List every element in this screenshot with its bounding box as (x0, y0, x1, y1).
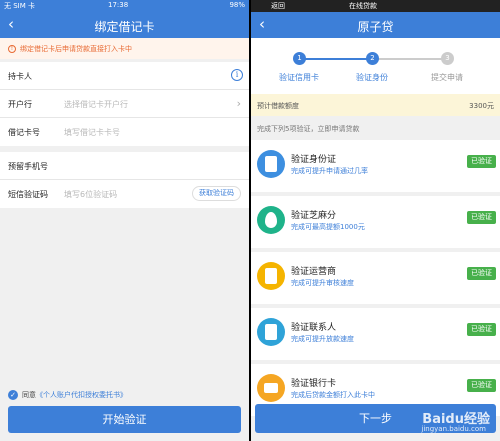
checkbox-checked-icon[interactable]: ✓ (8, 390, 18, 400)
sesame-icon (257, 206, 285, 234)
cardholder-row[interactable]: 持卡人 i (0, 62, 249, 90)
step-line-1 (301, 58, 373, 60)
item-title: 验证芝麻分 (291, 211, 337, 221)
card-number-input[interactable]: 填写借记卡卡号 (64, 127, 120, 138)
item-subtitle: 完成可提升申请通过几率 (291, 167, 368, 175)
verify-item-sesame[interactable]: 验证芝麻分 完成可最高提额1000元 已验证 (251, 196, 500, 248)
warning-banner: ! 绑定借记卡后申请贷款直接打入卡中 (0, 38, 249, 59)
step-3-circle: 3 (441, 52, 454, 65)
verify-hint: 完成下列5项验证，立即申请贷款 (257, 125, 360, 133)
bank-select[interactable]: 选择借记卡开户行 (64, 99, 128, 110)
sms-code-input[interactable]: 填写6位验证码 (64, 189, 117, 200)
item-subtitle: 完成后贷款金额打入此卡中 (291, 391, 375, 399)
item-subtitle: 完成可提升放款速度 (291, 335, 354, 343)
verify-list: 验证身份证 完成可提升申请通过几率 已验证 验证芝麻分 完成可最高提额1000元… (251, 140, 500, 420)
warning-text: 绑定借记卡后申请贷款直接打入卡中 (20, 45, 132, 53)
item-title: 验证银行卡 (291, 379, 337, 389)
loan-verify-screen: 返回 在线贷款 ‹ 原子贷 1 2 3 验证信用卡 验证身份 提交申请 预计借款… (251, 0, 500, 441)
verified-badge: 已验证 (467, 323, 496, 336)
agreement: ✓ 同意《个人账户代扣授权委托书》 (8, 390, 127, 400)
verified-badge: 已验证 (467, 379, 496, 392)
item-title: 验证运营商 (291, 267, 337, 277)
item-subtitle: 完成可提升审核速度 (291, 279, 354, 287)
verify-item-carrier[interactable]: 验证运营商 完成可提升审核速度 已验证 (251, 252, 500, 304)
card-number-label: 借记卡号 (8, 128, 40, 137)
get-code-button[interactable]: 获取验证码 (192, 186, 241, 201)
chevron-right-icon: › (236, 97, 241, 110)
step-line-2 (373, 58, 448, 60)
page-title: 绑定借记卡 (94, 20, 155, 34)
sms-code-label: 短信验证码 (8, 190, 48, 199)
verify-item-id-card[interactable]: 验证身份证 完成可提升申请通过几率 已验证 (251, 140, 500, 192)
phone-row[interactable]: 预留手机号 (0, 152, 249, 180)
step-2-label: 验证身份 (356, 73, 388, 82)
nav-bar-right: ‹ 原子贷 (251, 12, 500, 38)
bank-card-icon (257, 374, 285, 402)
agree-prefix: 同意 (22, 391, 36, 399)
step-2-circle: 2 (366, 52, 379, 65)
contacts-icon (257, 318, 285, 346)
phone-icon (257, 262, 285, 290)
verified-badge: 已验证 (467, 267, 496, 280)
bind-debit-card-screen: 无 SIM 卡 17:38 98% ‹ 绑定借记卡 ! 绑定借记卡后申请贷款直接打… (0, 0, 249, 441)
phone-form: 预留手机号 短信验证码 填写6位验证码 获取验证码 (0, 152, 249, 208)
nav-bar: ‹ 绑定借记卡 (0, 12, 249, 38)
bank-row[interactable]: 开户行 选择借记卡开户行 › (0, 90, 249, 118)
start-verify-button[interactable]: 开始验证 (8, 406, 241, 433)
status-bar-top: 返回 在线贷款 (251, 0, 500, 12)
item-subtitle: 完成可最高提额1000元 (291, 223, 365, 231)
sms-code-row[interactable]: 短信验证码 填写6位验证码 获取验证码 (0, 180, 249, 208)
verified-badge: 已验证 (467, 155, 496, 168)
time-text: 17:38 (108, 1, 129, 9)
top-title: 在线贷款 (349, 2, 377, 10)
carrier-text: 无 SIM 卡 (4, 2, 35, 10)
verify-item-contacts[interactable]: 验证联系人 完成可提升放款速度 已验证 (251, 308, 500, 360)
quota-label: 预计借款额度 (257, 102, 299, 110)
step-3-label: 提交申请 (431, 73, 463, 82)
status-bar: 无 SIM 卡 17:38 98% (0, 0, 249, 12)
card-number-row[interactable]: 借记卡号 填写借记卡卡号 (0, 118, 249, 146)
bank-label: 开户行 (8, 100, 32, 109)
quota-banner: 预计借款额度 3300元 (251, 94, 500, 116)
battery-text: 98% (229, 1, 245, 9)
cardholder-label: 持卡人 (8, 72, 32, 81)
id-card-icon (257, 150, 285, 178)
info-icon[interactable]: i (231, 69, 243, 81)
step-1-circle: 1 (293, 52, 306, 65)
phone-label: 预留手机号 (8, 162, 48, 171)
quota-value: 3300元 (469, 102, 494, 110)
watermark-url: jingyan.baidu.com (421, 425, 486, 433)
verified-badge: 已验证 (467, 211, 496, 224)
page-title-right: 原子贷 (357, 20, 394, 34)
item-title: 验证联系人 (291, 323, 337, 333)
progress-steps: 1 2 3 验证信用卡 验证身份 提交申请 (251, 38, 500, 94)
agreement-link[interactable]: 《个人账户代扣授权委托书》 (36, 391, 127, 399)
item-title: 验证身份证 (291, 155, 337, 165)
back-text[interactable]: 返回 (271, 1, 285, 11)
warning-icon: ! (8, 45, 16, 53)
card-form: 持卡人 i 开户行 选择借记卡开户行 › 借记卡号 填写借记卡卡号 (0, 62, 249, 146)
step-1-label: 验证信用卡 (279, 73, 319, 82)
